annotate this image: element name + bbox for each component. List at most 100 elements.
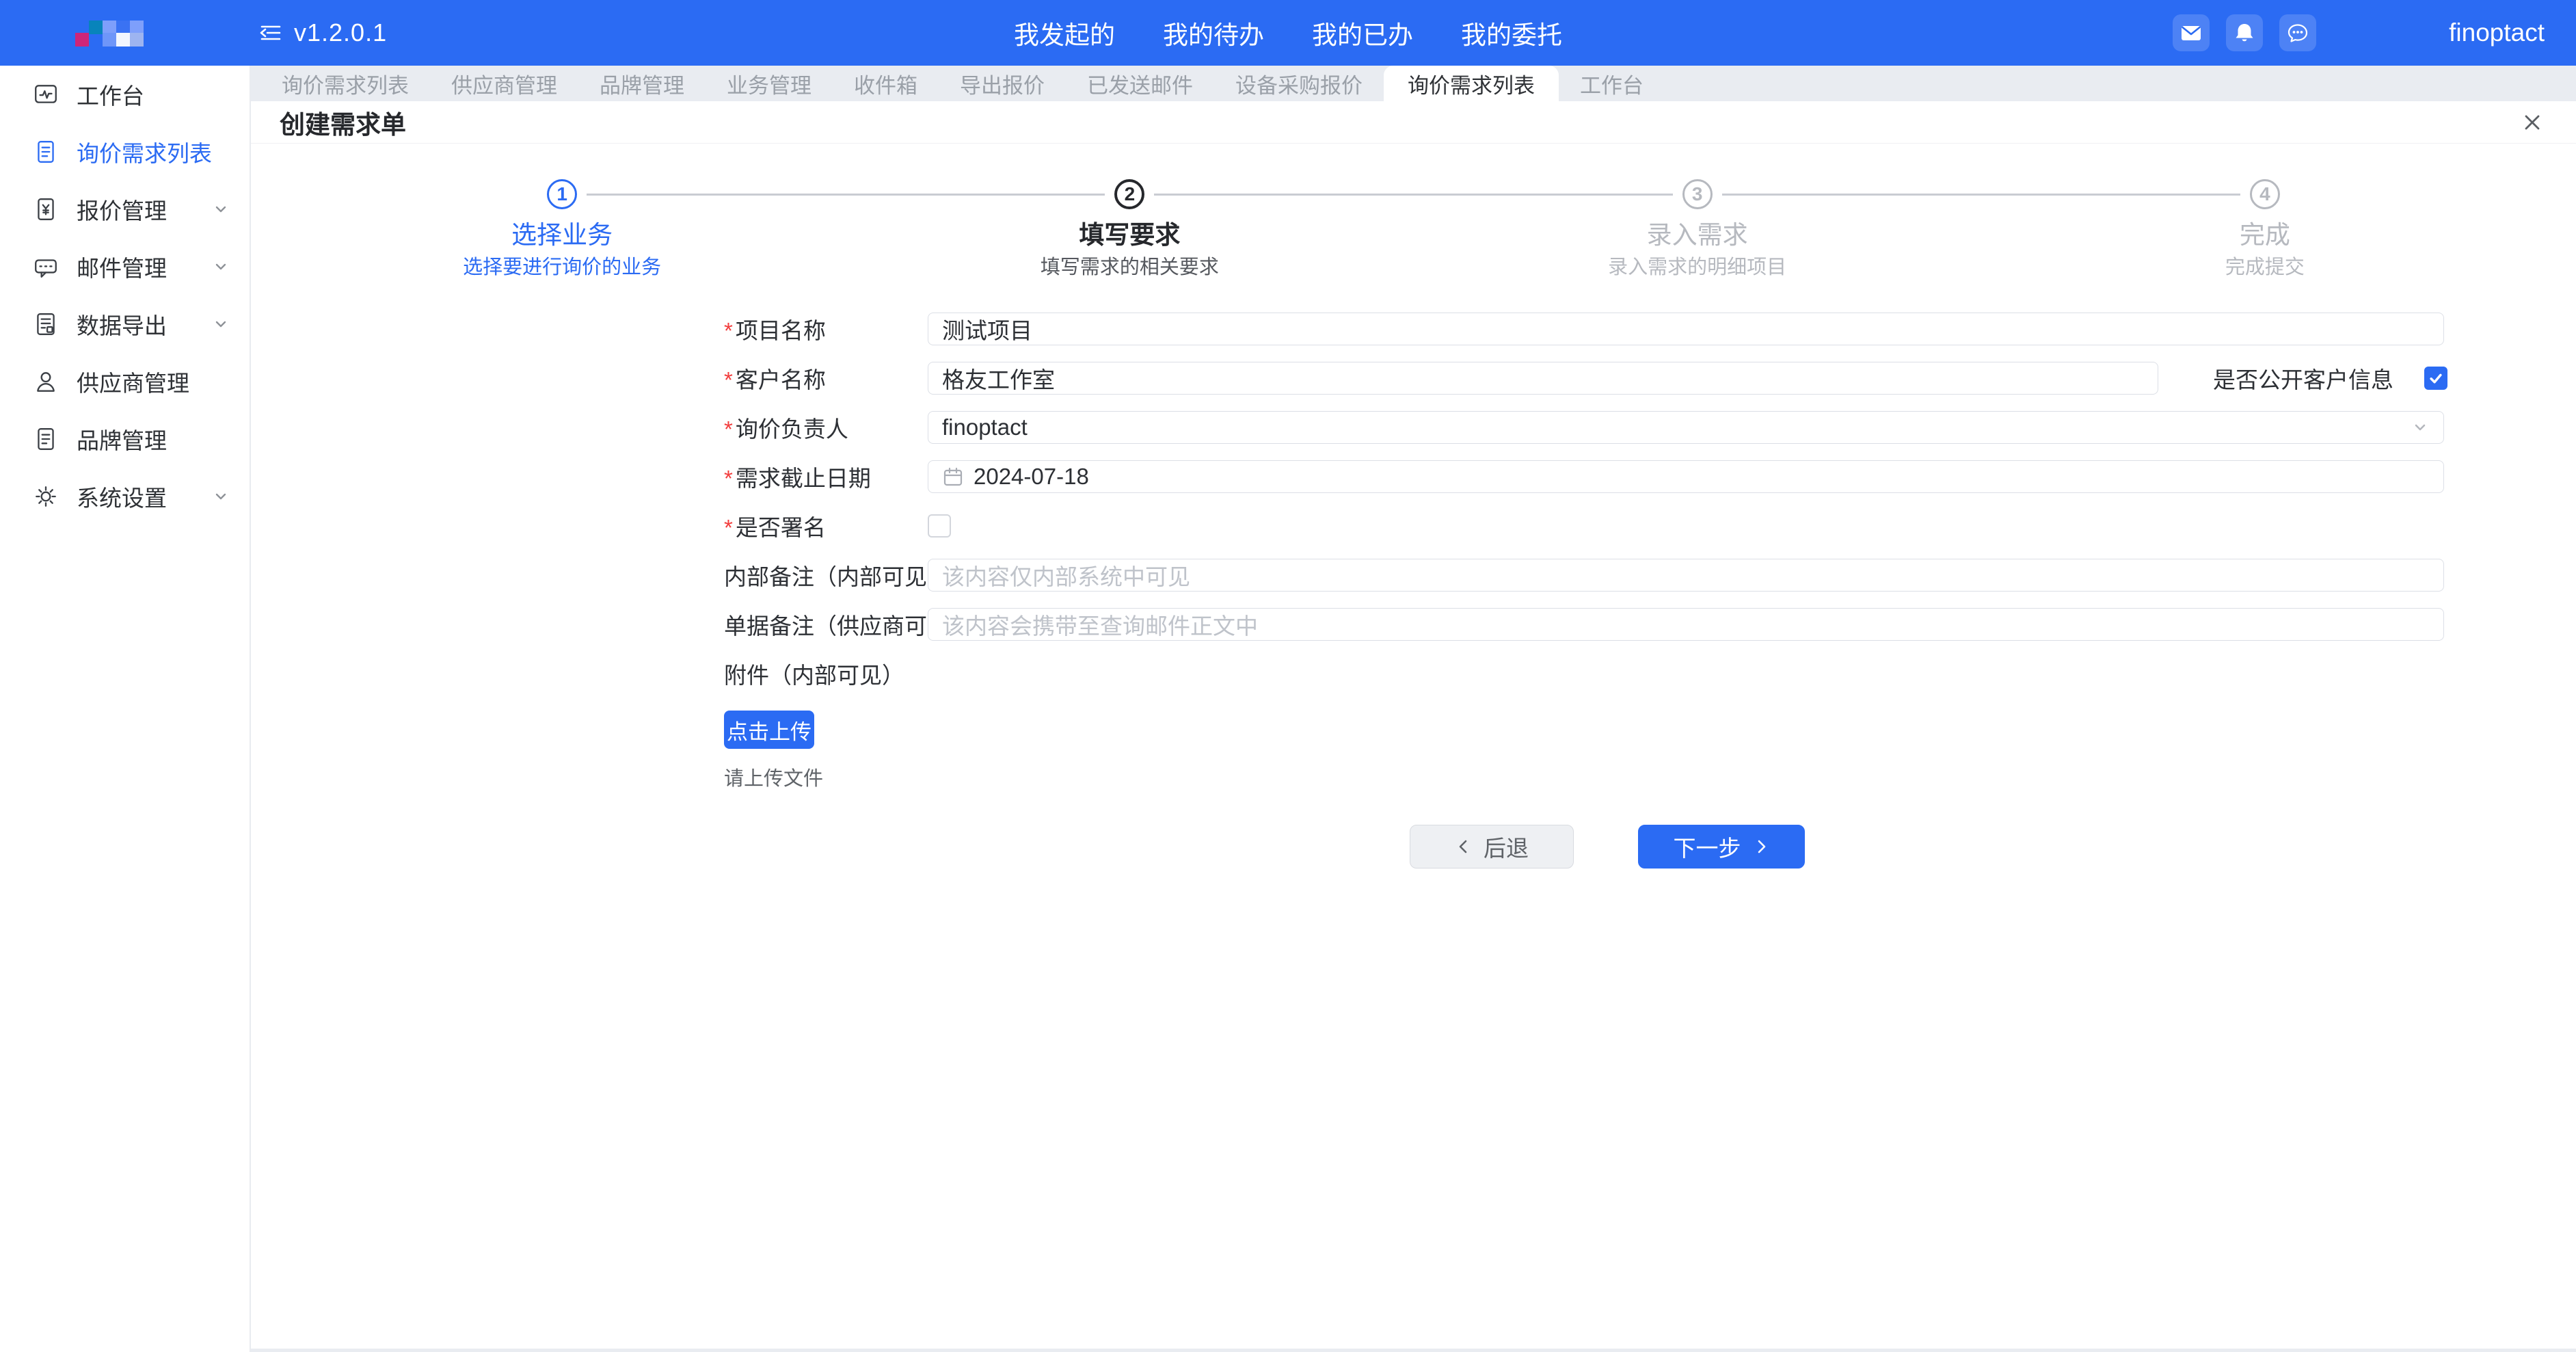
signed-label: 是否署名 <box>724 509 928 542</box>
step-title: 填写要求 <box>1079 220 1180 250</box>
tab-inquiry-list[interactable]: 询价需求列表 <box>260 66 430 101</box>
step-circle: 1 <box>547 179 577 209</box>
chat-icon[interactable] <box>2279 14 2316 51</box>
signed-checkbox[interactable] <box>928 514 951 538</box>
nav-item-delegated[interactable]: 我的委托 <box>1461 14 1562 51</box>
upload-hint: 请上传文件 <box>724 763 2444 791</box>
nav-item-todo[interactable]: 我的待办 <box>1163 14 1264 51</box>
chevron-down-icon <box>211 487 230 506</box>
quote-manage-icon <box>33 196 59 222</box>
tab-sent-mail[interactable]: 已发送邮件 <box>1066 66 1214 101</box>
step-title: 完成 <box>2240 220 2290 250</box>
deadline-date-input[interactable]: 2024-07-18 <box>928 460 2444 493</box>
sidebar-item-label: 邮件管理 <box>77 250 211 283</box>
logo-square-blue3 <box>130 21 144 34</box>
step-connector <box>1722 194 2240 196</box>
close-icon[interactable] <box>2517 107 2547 137</box>
next-button-label: 下一步 <box>1674 830 1741 863</box>
sidebar-item-label: 品牌管理 <box>77 423 230 455</box>
top-header: v1.2.0.1 我发起的 我的待办 我的已办 我的委托 finoptact <box>0 0 2576 66</box>
logo-square-magenta <box>75 33 89 47</box>
stepper: 1 选择业务 选择要进行询价的业务 2 填写要求 填写需求的相关要求 3 录入需… <box>251 179 2576 280</box>
sidebar-item-supplier-manage[interactable]: 供应商管理 <box>0 353 250 410</box>
tab-equipment-quote[interactable]: 设备采购报价 <box>1214 66 1384 101</box>
data-export-icon <box>33 311 59 337</box>
customer-name-label: 客户名称 <box>724 362 928 395</box>
tab-brand-manage[interactable]: 品牌管理 <box>578 66 706 101</box>
nav-item-done[interactable]: 我的已办 <box>1312 14 1413 51</box>
panel-header: 创建需求单 <box>251 101 2576 144</box>
page-title: 创建需求单 <box>280 104 406 141</box>
app-root: v1.2.0.1 我发起的 我的待办 我的已办 我的委托 finoptact <box>0 0 2576 1352</box>
step-description: 选择要进行询价的业务 <box>463 256 661 280</box>
back-button[interactable]: 后退 <box>1410 825 1574 869</box>
tab-workbench[interactable]: 工作台 <box>1559 66 1665 101</box>
tab-export-quote[interactable]: 导出报价 <box>939 66 1066 101</box>
header-right: finoptact <box>2173 0 2545 66</box>
step-connector <box>1154 194 1672 196</box>
create-demand-panel: 创建需求单 1 选择业务 选择要进行询价的业务 2 填写要求 填写需求的相关要求 <box>251 101 2576 1349</box>
internal-note-label: 内部备注（内部可见） <box>724 559 928 592</box>
sidebar-item-inquiry-list[interactable]: 询价需求列表 <box>0 123 250 181</box>
bell-icon[interactable] <box>2226 14 2263 51</box>
upload-button[interactable]: 点击上传 <box>724 711 814 749</box>
settings-icon <box>33 483 59 509</box>
tab-inbox[interactable]: 收件箱 <box>833 66 939 101</box>
tab-supplier-manage[interactable]: 供应商管理 <box>430 66 578 101</box>
sidebar-item-quote-manage[interactable]: 报价管理 <box>0 181 250 238</box>
form-row-deadline: 需求截止日期 2024-07-18 <box>724 460 2444 493</box>
form-row-doc-note: 单据备注（供应商可见） 该内容会携带至查询邮件正文中 <box>724 608 2444 641</box>
current-username[interactable]: finoptact <box>2449 18 2545 47</box>
doc-note-label: 单据备注（供应商可见） <box>724 608 928 641</box>
doc-note-input[interactable]: 该内容会携带至查询邮件正文中 <box>928 608 2444 641</box>
sidebar-item-label: 询价需求列表 <box>77 135 230 168</box>
back-button-label: 后退 <box>1484 830 1529 863</box>
sidebar-item-brand-manage[interactable]: 品牌管理 <box>0 410 250 468</box>
workbench-icon <box>33 81 59 107</box>
owner-select-value: finoptact <box>942 414 1028 440</box>
sidebar-collapse-icon[interactable] <box>258 21 283 45</box>
sidebar-item-mail-manage[interactable]: 邮件管理 <box>0 238 250 295</box>
logo-square-blue1 <box>103 21 116 34</box>
chevron-left-icon <box>1455 838 1473 856</box>
sidebar-item-settings[interactable]: 系统设置 <box>0 468 250 525</box>
step-select-business: 1 选择业务 选择要进行询价的业务 <box>278 179 846 280</box>
next-button[interactable]: 下一步 <box>1638 825 1805 869</box>
calendar-icon <box>942 466 964 488</box>
logo-square-blue4 <box>103 33 116 47</box>
deadline-date-value: 2024-07-18 <box>974 464 1089 490</box>
tab-inquiry-list-active[interactable]: 询价需求列表 <box>1384 66 1559 101</box>
brand-icon <box>33 426 59 452</box>
sidebar-item-data-export[interactable]: 数据导出 <box>0 295 250 353</box>
project-name-input[interactable]: 测试项目 <box>928 313 2444 345</box>
step-circle: 2 <box>1114 179 1144 209</box>
sidebar-item-label: 报价管理 <box>77 193 211 226</box>
logo-square-white <box>116 33 130 47</box>
step-connector <box>587 194 1105 196</box>
sidebar-item-label: 工作台 <box>77 78 230 111</box>
chevron-right-icon <box>1752 838 1770 856</box>
project-name-label: 项目名称 <box>724 313 928 345</box>
nav-item-initiated[interactable]: 我发起的 <box>1014 14 1115 51</box>
step-description: 完成提交 <box>2225 256 2305 280</box>
public-customer-label: 是否公开客户信息 <box>2213 362 2393 395</box>
chevron-down-icon <box>211 257 230 276</box>
customer-name-input[interactable]: 格友工作室 <box>928 362 2158 395</box>
form-row-customer-name: 客户名称 格友工作室 是否公开客户信息 <box>724 362 2444 395</box>
mail-manage-icon <box>33 254 59 280</box>
form-row-owner: 询价负责人 finoptact <box>724 411 2444 444</box>
public-customer-checkbox[interactable] <box>2424 367 2447 390</box>
step-title: 选择业务 <box>511 220 613 250</box>
sidebar-item-label: 数据导出 <box>77 308 211 341</box>
main-area: 询价需求列表 供应商管理 品牌管理 业务管理 收件箱 导出报价 已发送邮件 设备… <box>251 66 2576 1352</box>
owner-label: 询价负责人 <box>724 411 928 444</box>
form-row-project-name: 项目名称 测试项目 <box>724 313 2444 345</box>
owner-select[interactable]: finoptact <box>928 411 2444 444</box>
chevron-down-icon <box>2411 418 2430 437</box>
sidebar-item-workbench[interactable]: 工作台 <box>0 66 250 123</box>
internal-note-input[interactable]: 该内容仅内部系统中可见 <box>928 559 2444 592</box>
form-row-internal-note: 内部备注（内部可见） 该内容仅内部系统中可见 <box>724 559 2444 592</box>
header-nav: 我发起的 我的待办 我的已办 我的委托 <box>1014 0 1562 66</box>
mail-icon[interactable] <box>2173 14 2210 51</box>
tab-business-manage[interactable]: 业务管理 <box>706 66 833 101</box>
